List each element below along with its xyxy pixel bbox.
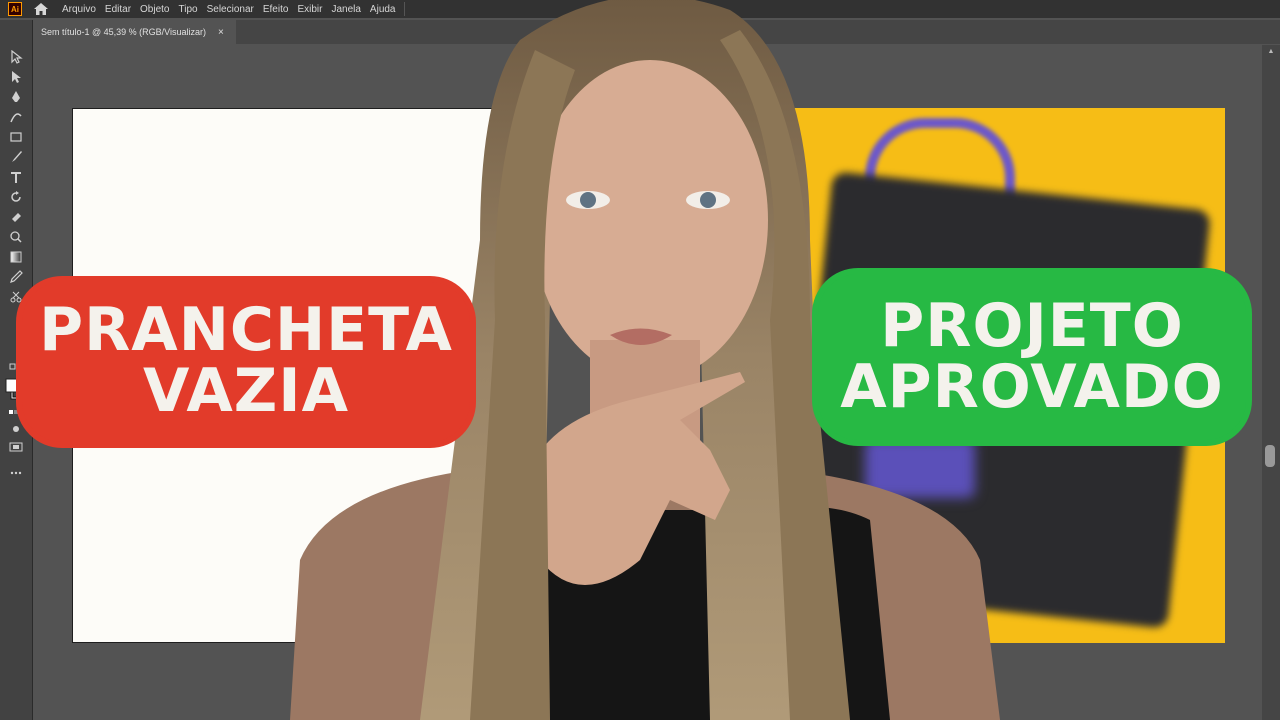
label-line-2: APROVADO xyxy=(840,352,1224,423)
document-tab[interactable]: Sem título-1 @ 45,39 % (RGB/Visualizar) … xyxy=(34,20,236,44)
illustrator-logo-icon: Ai xyxy=(8,2,22,16)
color-mode-icons[interactable] xyxy=(9,406,23,420)
direct-selection-tool-icon[interactable] xyxy=(9,70,23,84)
swap-colors-icon[interactable] xyxy=(9,363,23,377)
paintbrush-tool-icon[interactable] xyxy=(9,150,23,164)
rectangle-tool-icon[interactable] xyxy=(9,130,23,144)
more-tools-icon[interactable] xyxy=(9,466,23,480)
eraser-tool-icon[interactable] xyxy=(9,210,23,224)
selection-tool-icon[interactable] xyxy=(9,50,23,64)
scissors-tool-icon[interactable] xyxy=(9,290,23,304)
eyedropper-tool-icon[interactable] xyxy=(9,270,23,284)
menu-tipo[interactable]: Tipo xyxy=(179,4,198,15)
draw-mode-icon[interactable] xyxy=(9,422,23,436)
close-tab-icon[interactable]: × xyxy=(218,27,224,38)
curvature-tool-icon[interactable] xyxy=(9,110,23,124)
vertical-scrollbar[interactable] xyxy=(1262,45,1280,720)
type-tool-icon[interactable] xyxy=(9,170,23,184)
warp-tool-icon[interactable] xyxy=(9,230,23,244)
menu-objeto[interactable]: Objeto xyxy=(140,4,169,15)
label-line-1: PROJETO xyxy=(880,291,1184,361)
approved-project-label: PROJETO APROVADO xyxy=(818,274,1246,440)
scroll-up-arrow-icon[interactable]: ▲ xyxy=(1266,48,1276,56)
screen-mode-icon[interactable] xyxy=(9,440,23,454)
scrollbar-thumb[interactable] xyxy=(1265,445,1275,467)
gradient-tool-icon[interactable] xyxy=(9,250,23,264)
menu-efeito[interactable]: Efeito xyxy=(263,4,289,15)
menu-editar[interactable]: Editar xyxy=(105,4,131,15)
document-tab-title: Sem título-1 @ 45,39 % (RGB/Visualizar) xyxy=(41,27,207,37)
label-line-2: VAZIA xyxy=(142,356,350,427)
rotate-tool-icon[interactable] xyxy=(9,190,23,204)
menu-selecionar[interactable]: Selecionar xyxy=(207,4,254,15)
empty-artboard-label: PRANCHETA VAZIA xyxy=(22,282,470,442)
menu-arquivo[interactable]: Arquivo xyxy=(62,4,96,15)
label-line-1: PRANCHETA xyxy=(39,295,453,365)
home-icon[interactable] xyxy=(34,2,50,16)
pen-tool-icon[interactable] xyxy=(9,90,23,104)
